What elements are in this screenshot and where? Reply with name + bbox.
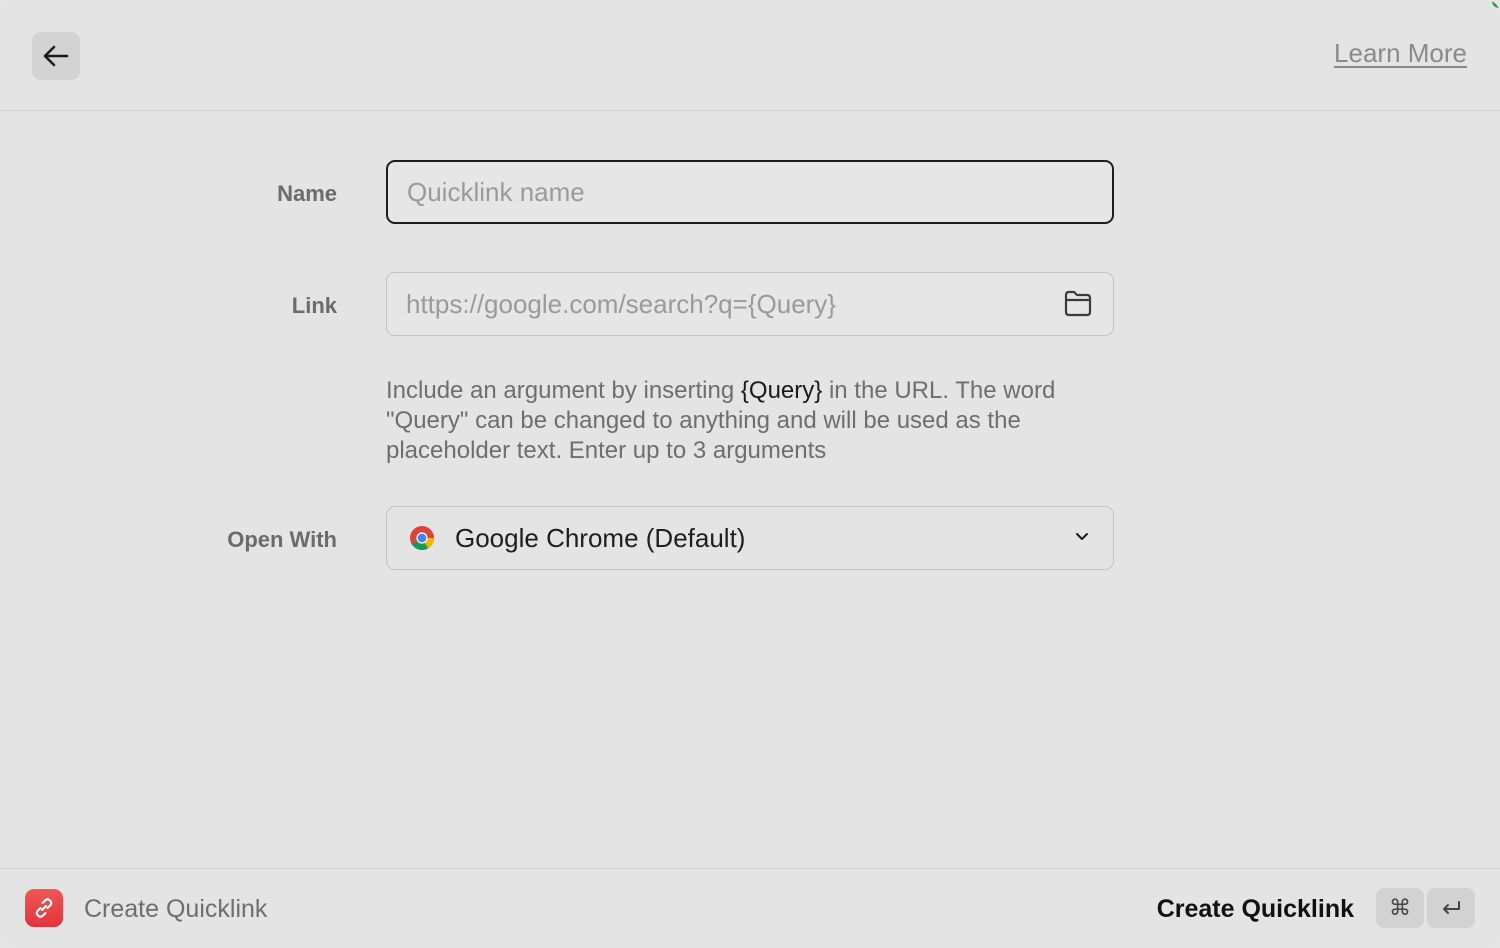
learn-more-link[interactable]: Learn More [1334,38,1467,69]
command-key-icon: ⌘ [1376,888,1424,928]
header: Learn More [0,0,1500,111]
open-with-value: Google Chrome (Default) [455,522,746,553]
help-text-query-token: {Query} [740,377,823,404]
open-with-label: Open With [227,527,337,552]
folder-icon[interactable] [1063,289,1093,317]
chrome-icon [410,526,434,551]
return-key-icon [1427,888,1475,928]
back-button[interactable] [32,32,80,80]
name-input[interactable] [388,162,1112,222]
footer-command-title: Create Quicklink [84,895,268,923]
link-help-text: Include an argument by inserting {Query}… [386,376,1126,466]
arrow-left-icon [43,45,69,67]
link-icon [25,889,63,927]
link-field[interactable] [386,272,1114,336]
name-field[interactable] [386,160,1114,224]
chevron-down-icon [1076,533,1088,540]
open-with-select[interactable]: Google Chrome (Default) [386,506,1114,570]
footer-action-bar: Create Quicklink Create Quicklink ⌘ [0,868,1500,948]
name-label: Name [277,181,337,206]
help-text-before: Include an argument by inserting [386,377,741,404]
quicklink-window: Learn More Name Link Include an argument… [0,0,1500,948]
link-input[interactable] [387,273,1046,335]
link-label: Link [291,293,337,318]
create-quicklink-button[interactable]: Create Quicklink [1157,895,1354,924]
